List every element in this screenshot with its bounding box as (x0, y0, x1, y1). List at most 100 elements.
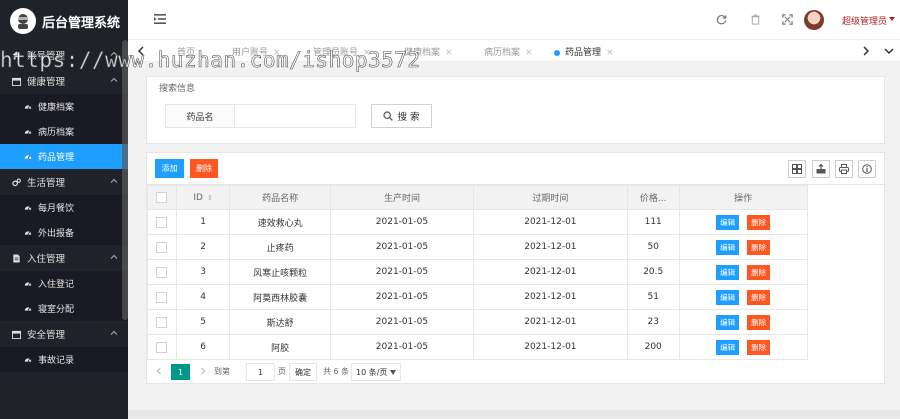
table-row[interactable]: 3 风寒止咳颗粒 2021-01-05 2021-12-01 20.5 编辑 删除 (147, 259, 884, 285)
sidebar-group-3[interactable]: 入住管理 (0, 245, 128, 271)
delete-button[interactable]: 删除 (747, 314, 771, 330)
sort-icon[interactable]: ⇕ (207, 194, 213, 202)
pager-next-icon[interactable] (199, 367, 207, 375)
pager-confirm-button[interactable]: 确定 (289, 363, 317, 381)
row-checkbox[interactable] (156, 216, 168, 228)
sidebar-group-0[interactable]: 账号管理 (0, 42, 128, 68)
dashboard-icon (24, 356, 32, 364)
dashboard-icon (24, 153, 32, 161)
sidebar-item-3-0[interactable]: 入住登记 (0, 271, 128, 296)
avatar[interactable] (804, 10, 824, 30)
column-header-expires: 过期时间 (472, 185, 628, 210)
edit-button[interactable]: 编辑 (716, 339, 740, 355)
search-button-label: 搜 索 (397, 112, 420, 123)
page-size-select[interactable]: 10 条/页 (351, 363, 401, 381)
delete-button[interactable]: 删除 (747, 289, 771, 305)
pager-goto-input[interactable]: 1 (246, 363, 275, 381)
sidebar-group-4[interactable]: 安全管理 (0, 321, 128, 347)
batch-delete-button[interactable]: 删除 (190, 159, 218, 178)
tab-5[interactable]: 药品管理 × (554, 45, 614, 58)
search-button[interactable]: 搜 索 (371, 104, 432, 128)
dashboard-icon (24, 305, 32, 313)
add-button[interactable]: 添加 (155, 159, 184, 178)
select-all-cell[interactable] (147, 185, 177, 210)
sidebar-item-4-0[interactable]: 事故记录 (0, 347, 128, 372)
home-icon (12, 50, 21, 60)
row-empty-space (807, 260, 883, 285)
logo: 后台管理系统 (0, 0, 128, 42)
sidebar-group-2[interactable]: 生活管理 (0, 169, 128, 195)
trash-icon[interactable] (750, 14, 761, 25)
tab-0[interactable]: 首页 (177, 45, 195, 58)
horizontal-scrollbar[interactable] (128, 410, 900, 419)
username[interactable]: 超级管理员 (842, 14, 887, 27)
columns-filter-button[interactable] (788, 160, 806, 178)
edit-button[interactable]: 编辑 (716, 214, 740, 230)
sidebar-item-1-1[interactable]: 病历档案 (0, 119, 128, 144)
row-select-cell[interactable] (147, 234, 177, 260)
table-row[interactable]: 1 速效救心丸 2021-01-05 2021-12-01 111 编辑 删除 (147, 209, 884, 235)
sidebar-group-1[interactable]: 健康管理 (0, 68, 128, 94)
row-select-cell[interactable] (147, 259, 177, 285)
edit-button[interactable]: 编辑 (716, 239, 740, 255)
chevron-left-icon[interactable] (136, 46, 146, 56)
row-select-cell[interactable] (147, 334, 177, 360)
export-button[interactable] (812, 160, 830, 178)
select-all-checkbox[interactable] (156, 192, 168, 203)
cell-price: 200 (626, 334, 680, 360)
row-select-cell[interactable] (147, 284, 177, 310)
row-select-cell[interactable] (147, 309, 177, 335)
sidebar-item-2-0[interactable]: 每月餐饮 (0, 195, 128, 220)
tab-2[interactable]: 管理员账号 × (313, 45, 371, 58)
info-button[interactable] (858, 160, 876, 178)
cell-expires: 2021-12-01 (472, 309, 628, 335)
tab-label: 药品管理 (565, 48, 602, 58)
close-icon[interactable]: × (606, 48, 614, 58)
sidebar-item-2-1[interactable]: 外出报备 (0, 220, 128, 245)
menu-toggle-icon[interactable] (154, 14, 166, 24)
print-button[interactable] (835, 160, 853, 178)
pager-prev-icon[interactable] (155, 367, 163, 375)
row-select-cell[interactable] (147, 209, 177, 235)
tab-label: 管理员账号 (313, 48, 359, 58)
document-icon (12, 253, 21, 263)
close-icon[interactable]: × (525, 48, 533, 58)
close-icon[interactable]: × (273, 48, 281, 58)
cell-price: 50 (626, 234, 680, 260)
pager-current-page[interactable]: 1 (171, 364, 190, 380)
table-row[interactable]: 2 止疼药 2021-01-05 2021-12-01 50 编辑 删除 (147, 234, 884, 260)
refresh-icon[interactable] (716, 14, 727, 25)
chevron-down-icon[interactable] (884, 46, 894, 56)
tab-1[interactable]: 用户账号 × (232, 45, 281, 58)
tab-4[interactable]: 病历档案 × (484, 45, 533, 58)
dashboard-icon (24, 204, 32, 212)
tab-3[interactable]: 健康档案 × (404, 45, 453, 58)
row-checkbox[interactable] (156, 241, 168, 253)
delete-button[interactable]: 删除 (747, 339, 771, 355)
sidebar-scrollbar[interactable] (122, 40, 128, 320)
close-icon[interactable]: × (363, 48, 371, 58)
sidebar-item-1-2[interactable]: 药品管理 (0, 144, 128, 169)
sidebar-item-label: 事故记录 (38, 356, 75, 366)
close-icon[interactable]: × (445, 48, 453, 58)
edit-button[interactable]: 编辑 (716, 289, 740, 305)
row-checkbox[interactable] (156, 341, 168, 353)
row-checkbox[interactable] (156, 291, 168, 303)
delete-button[interactable]: 删除 (747, 214, 771, 230)
delete-button[interactable]: 删除 (747, 239, 771, 255)
delete-button[interactable]: 删除 (747, 264, 771, 280)
column-header-id[interactable]: ID ⇕ (175, 185, 231, 210)
fullscreen-icon[interactable] (782, 14, 793, 25)
edit-button[interactable]: 编辑 (716, 264, 740, 280)
row-checkbox[interactable] (156, 266, 168, 278)
sidebar-item-1-0[interactable]: 健康档案 (0, 94, 128, 119)
row-checkbox[interactable] (156, 316, 168, 328)
chevron-right-icon[interactable] (861, 46, 871, 56)
table-row[interactable]: 6 阿胶 2021-01-05 2021-12-01 200 编辑 删除 (147, 334, 884, 360)
table-row[interactable]: 5 斯达舒 2021-01-05 2021-12-01 23 编辑 删除 (147, 309, 884, 335)
medicine-name-input[interactable] (234, 104, 356, 128)
chevron-down-icon[interactable] (889, 17, 895, 21)
table-row[interactable]: 4 阿莫西林胶囊 2021-01-05 2021-12-01 51 编辑 删除 (147, 284, 884, 310)
edit-button[interactable]: 编辑 (716, 314, 740, 330)
sidebar-item-3-1[interactable]: 寝室分配 (0, 296, 128, 321)
